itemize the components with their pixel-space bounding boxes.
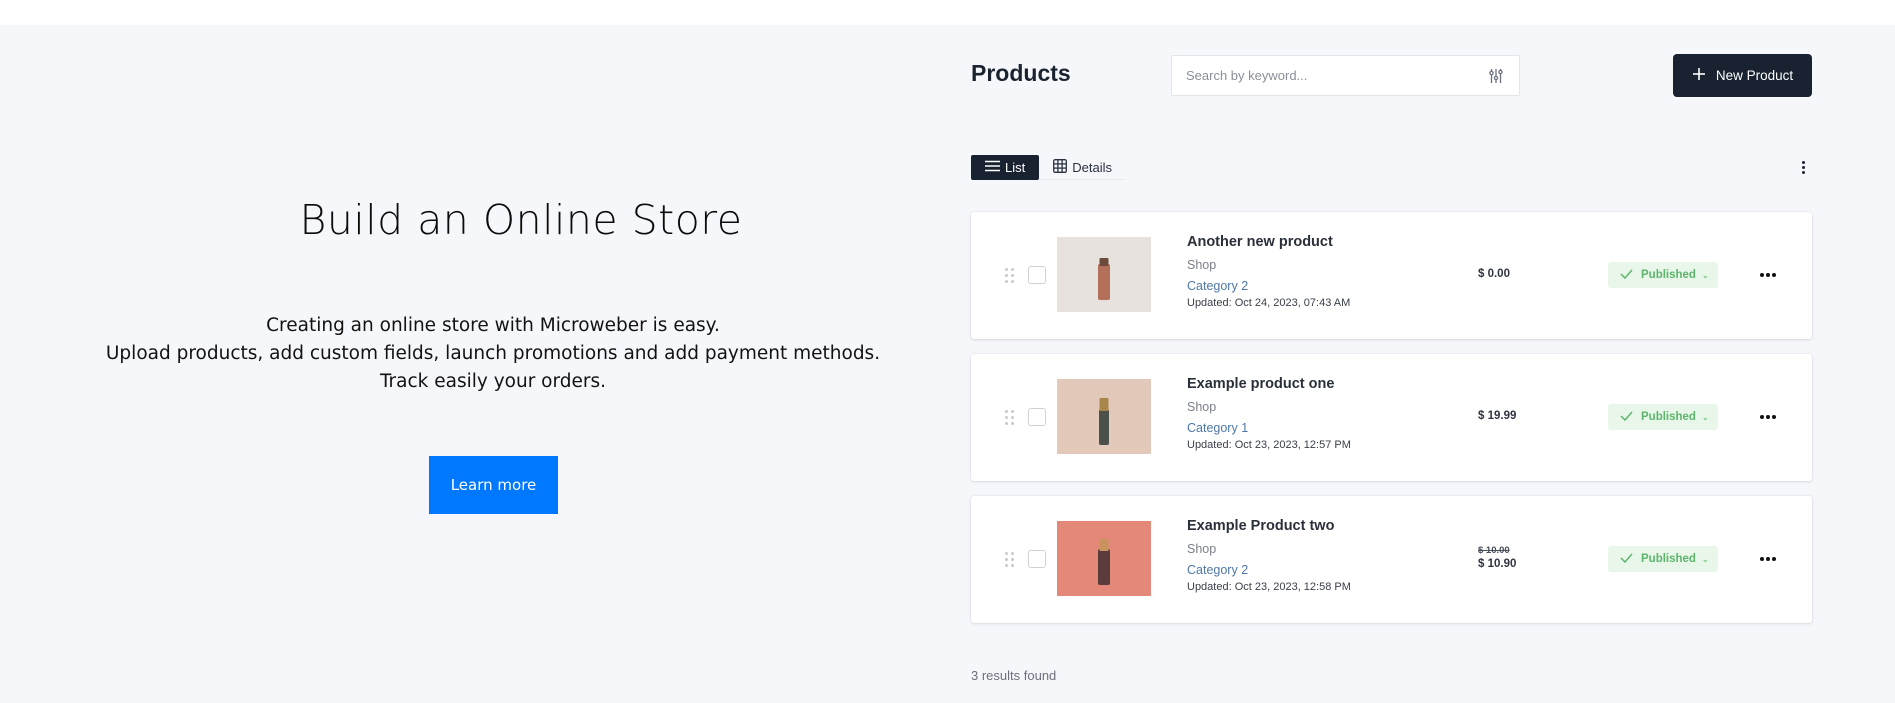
top-bar <box>0 0 1895 25</box>
new-product-label: New Product <box>1715 68 1794 83</box>
tab-details[interactable]: Details <box>1039 155 1126 180</box>
product-info: Example Product two Shop Category 2 Upda… <box>1187 518 1351 593</box>
product-info: Another new product Shop Category 2 Upda… <box>1187 234 1350 309</box>
vertical-dots-icon[interactable] <box>1796 158 1810 176</box>
select-checkbox[interactable] <box>1028 266 1046 284</box>
product-row: Example Product two Shop Category 2 Upda… <box>971 496 1812 623</box>
view-tabs: List Details <box>971 155 1126 180</box>
product-row: Example product one Shop Category 1 Upda… <box>971 354 1812 481</box>
product-shop: Shop <box>1187 400 1217 414</box>
product-name[interactable]: Example product one <box>1187 376 1351 392</box>
check-icon <box>1620 411 1633 424</box>
product-updated: Updated: Oct 23, 2023, 12:57 PM <box>1187 439 1351 451</box>
results-count: 3 results found <box>971 668 1057 683</box>
price-current: $ 10.90 <box>1478 558 1517 570</box>
search-input[interactable] <box>1172 68 1487 83</box>
check-icon <box>1620 269 1633 282</box>
product-price: $ 10.00 $ 10.90 <box>1478 545 1558 570</box>
tab-list[interactable]: List <box>971 155 1040 180</box>
product-price: $ 19.99 <box>1478 410 1558 422</box>
search-box <box>1171 55 1520 96</box>
list-icon <box>985 160 1000 175</box>
product-category[interactable]: Category 1 <box>1187 421 1351 435</box>
hero-line: Track easily your orders. <box>379 371 607 392</box>
product-updated: Updated: Oct 23, 2023, 12:58 PM <box>1187 581 1351 593</box>
more-actions-icon[interactable] <box>1757 412 1779 422</box>
product-thumbnail[interactable] <box>1057 379 1151 454</box>
product-thumbnail[interactable] <box>1057 237 1151 312</box>
tab-list-label: List <box>1005 160 1026 175</box>
product-price: $ 0.00 <box>1478 268 1558 280</box>
price-current: $ 0.00 <box>1478 268 1510 280</box>
select-checkbox[interactable] <box>1028 550 1046 568</box>
hero-line: Creating an online store with Microweber… <box>266 315 720 336</box>
check-icon <box>1620 553 1633 566</box>
grid-icon <box>1053 158 1068 176</box>
product-name[interactable]: Another new product <box>1187 234 1350 250</box>
product-row: Another new product Shop Category 2 Upda… <box>971 212 1812 339</box>
status-label: Published <box>1641 411 1696 423</box>
status-label: Published <box>1641 269 1696 281</box>
product-name[interactable]: Example Product two <box>1187 518 1351 534</box>
status-dropdown[interactable]: Published ⌄ <box>1608 404 1718 430</box>
new-product-button[interactable]: New Product <box>1673 54 1812 97</box>
chevron-down-icon: ⌄ <box>1701 412 1709 422</box>
drag-handle-icon[interactable] <box>1005 552 1015 568</box>
sliders-icon[interactable] <box>1487 67 1505 85</box>
product-category[interactable]: Category 2 <box>1187 279 1350 293</box>
page-title: Products <box>971 60 1071 86</box>
product-updated: Updated: Oct 24, 2023, 07:43 AM <box>1187 297 1351 309</box>
tab-details-label: Details <box>1072 159 1112 175</box>
drag-handle-icon[interactable] <box>1005 268 1015 284</box>
hero-title: Build an Online Store <box>299 196 743 244</box>
more-actions-icon[interactable] <box>1757 270 1779 280</box>
plus-icon <box>1692 67 1706 84</box>
status-label: Published <box>1641 553 1696 565</box>
more-actions-icon[interactable] <box>1757 554 1779 564</box>
product-shop: Shop <box>1187 542 1217 556</box>
status-dropdown[interactable]: Published ⌄ <box>1608 262 1718 288</box>
product-category[interactable]: Category 2 <box>1187 563 1351 577</box>
chevron-down-icon: ⌄ <box>1701 270 1709 280</box>
hero-line: Upload products, add custom fields, laun… <box>105 343 881 364</box>
learn-more-button[interactable]: Learn more <box>429 456 558 514</box>
product-thumbnail[interactable] <box>1057 521 1151 596</box>
select-checkbox[interactable] <box>1028 408 1046 426</box>
price-original: $ 10.00 <box>1478 545 1510 556</box>
product-info: Example product one Shop Category 1 Upda… <box>1187 376 1351 451</box>
chevron-down-icon: ⌄ <box>1701 554 1709 564</box>
product-shop: Shop <box>1187 258 1217 272</box>
drag-handle-icon[interactable] <box>1005 410 1015 426</box>
status-dropdown[interactable]: Published ⌄ <box>1608 546 1718 572</box>
hero-description: Creating an online store with Microweber… <box>0 312 986 396</box>
price-current: $ 19.99 <box>1478 410 1517 422</box>
